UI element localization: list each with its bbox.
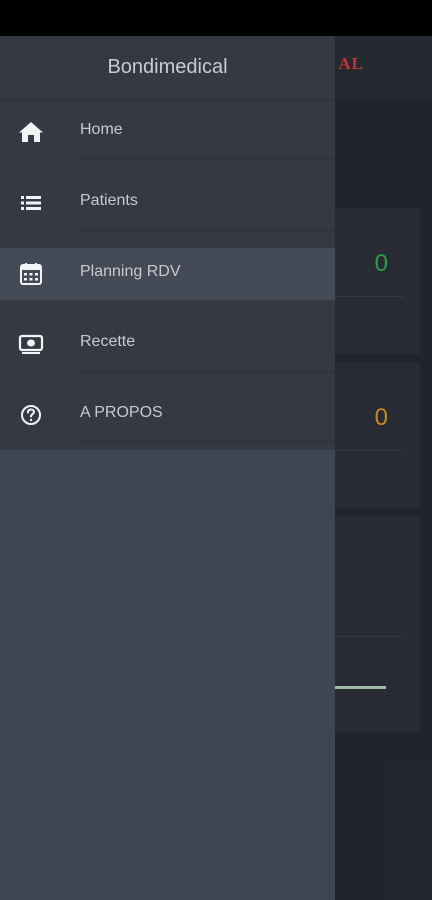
- home-icon: [18, 120, 44, 144]
- list-icon: [18, 191, 44, 215]
- cash-icon: [18, 332, 44, 356]
- nav-item-patients[interactable]: Patients: [0, 177, 335, 229]
- nav-divider: [80, 371, 335, 372]
- nav-divider: [80, 230, 335, 231]
- status-bar: [0, 0, 432, 36]
- navigation-drawer: Bondimedical Home Patients Planning RDV …: [0, 36, 335, 900]
- help-circle-icon: [18, 403, 44, 427]
- nav-divider: [80, 158, 335, 159]
- drawer-menu: Bondimedical Home Patients Planning RDV …: [0, 36, 335, 450]
- nav-label-patients: Patients: [80, 192, 138, 209]
- nav-item-planning-rdv[interactable]: Planning RDV: [0, 248, 335, 300]
- drawer-header: Bondimedical: [0, 36, 335, 100]
- drawer-title: Bondimedical: [107, 56, 228, 78]
- nav-label-planning-rdv: Planning RDV: [80, 263, 181, 280]
- calendar-icon: [18, 262, 44, 286]
- nav-item-a-propos[interactable]: A PROPOS: [0, 389, 335, 441]
- nav-item-recette[interactable]: Recette: [0, 318, 335, 370]
- nav-label-home: Home: [80, 121, 123, 138]
- nav-divider: [80, 441, 335, 442]
- nav-item-home[interactable]: Home: [0, 106, 335, 158]
- nav-label-recette: Recette: [80, 333, 136, 350]
- nav-label-a-propos: A PROPOS: [80, 404, 163, 421]
